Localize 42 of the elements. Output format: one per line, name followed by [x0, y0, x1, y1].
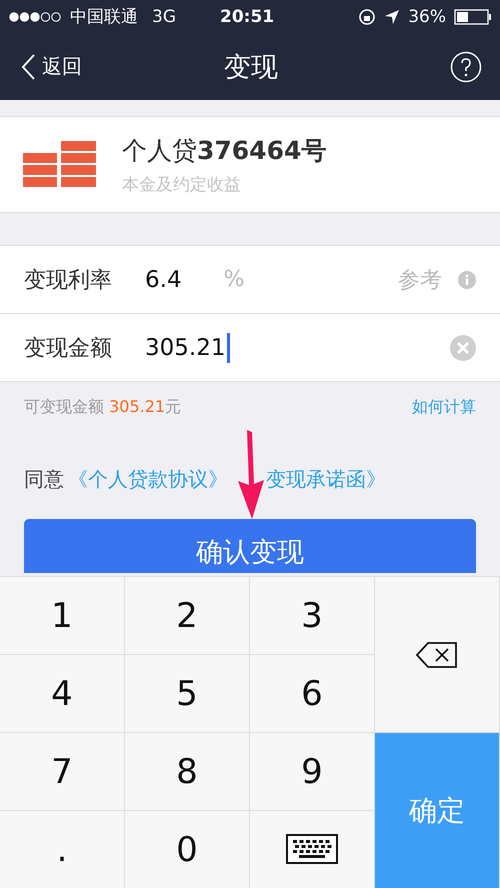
rotation-lock-icon	[358, 8, 376, 26]
hide-keyboard-key[interactable]	[250, 810, 375, 888]
number-key[interactable]: 7	[0, 732, 125, 810]
backspace-icon	[416, 640, 458, 668]
number-key[interactable]: .	[0, 810, 125, 888]
status-time: 20:51	[220, 6, 274, 26]
field-label: 变现金额	[24, 334, 113, 362]
product-name: 个人贷376464号	[122, 134, 326, 166]
clear-icon[interactable]	[450, 334, 476, 360]
hint-label: 参考	[398, 266, 442, 294]
number-key[interactable]: 9	[250, 732, 375, 810]
confirm-button[interactable]: 确认变现	[24, 519, 476, 573]
signal-icon	[8, 10, 62, 22]
number-key[interactable]: 1	[0, 576, 125, 654]
number-key[interactable]: 6	[250, 654, 375, 732]
input-field[interactable]: 305.21	[145, 332, 230, 362]
number-key[interactable]: 2	[125, 576, 250, 654]
number-key[interactable]: 5	[125, 654, 250, 732]
battery-icon	[454, 8, 492, 24]
delete-key[interactable]	[375, 576, 500, 732]
location-icon	[384, 8, 400, 24]
unit-label: %	[224, 267, 244, 292]
battery-percent: 36%	[408, 6, 446, 26]
carrier-name: 中国联通	[70, 6, 138, 28]
agree-label: 同意	[24, 466, 64, 493]
number-key[interactable]: 4	[0, 654, 125, 732]
network-type: 3G	[152, 6, 176, 26]
number-key[interactable]: 8	[125, 732, 250, 810]
available-amount-text: 可变现金额 305.21元	[24, 396, 182, 418]
help-icon[interactable]	[450, 50, 482, 82]
text-cursor	[227, 332, 230, 362]
field-label: 变现利率	[24, 266, 113, 294]
info-icon[interactable]	[458, 270, 476, 288]
back-button[interactable]: 返回	[20, 52, 140, 80]
product-subtitle: 本金及约定收益	[122, 174, 242, 196]
number-key[interactable]: 3	[250, 576, 375, 654]
input-field[interactable]: 6.4	[145, 266, 182, 292]
number-key[interactable]: 0	[125, 810, 250, 888]
chevron-left-icon	[20, 52, 36, 80]
bars-logo-icon	[23, 140, 96, 188]
keyboard-icon	[286, 834, 338, 866]
page-title: 变现	[223, 50, 279, 84]
